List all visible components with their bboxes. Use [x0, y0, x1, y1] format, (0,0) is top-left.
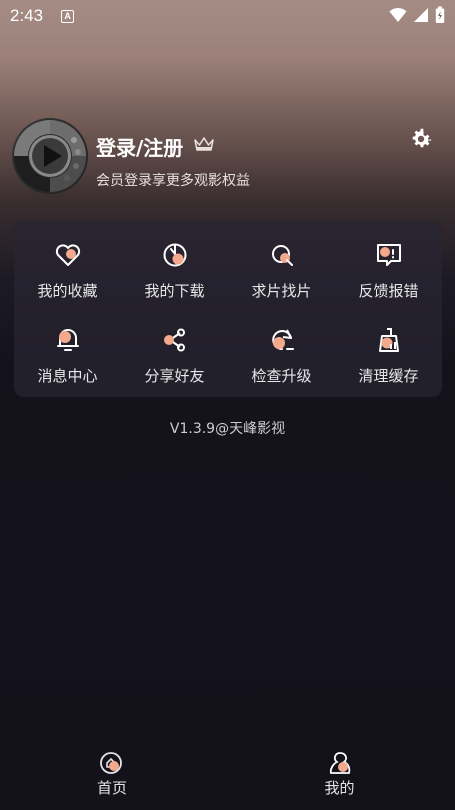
- wifi-icon: [389, 7, 407, 22]
- menu-item-messages[interactable]: 消息中心: [14, 313, 121, 398]
- nav-label: 我的: [324, 779, 355, 797]
- menu-item-request-film[interactable]: 求片找片: [228, 228, 335, 313]
- bell-icon: [56, 328, 79, 351]
- menu-label: 检查升级: [251, 366, 312, 385]
- nav-tab-home[interactable]: 首页: [0, 750, 228, 810]
- feedback-icon: [376, 244, 401, 266]
- battery-icon: [435, 6, 445, 23]
- bottom-nav: 首页 我的: [0, 750, 455, 810]
- menu-label: 反馈报错: [358, 282, 419, 300]
- status-bar: 2:43 A: [0, 0, 455, 32]
- signal-icon: [414, 8, 428, 22]
- home-icon: [100, 752, 122, 774]
- crown-icon: [194, 137, 214, 151]
- menu-item-downloads[interactable]: 我的下载: [121, 228, 228, 313]
- menu-label: 我的下载: [144, 282, 205, 300]
- menu-item-check-update[interactable]: 检查升级: [228, 313, 335, 398]
- avatar[interactable]: [12, 118, 88, 194]
- nav-label: 首页: [97, 779, 128, 797]
- menu-label: 求片找片: [251, 282, 312, 300]
- share-icon: [163, 328, 185, 351]
- menu-label: 清理缓存: [358, 366, 419, 385]
- heart-icon: [55, 244, 80, 266]
- profile-section: 登录/注册 会员登录享更多观影权益: [12, 118, 442, 198]
- profile-icon: [329, 752, 350, 774]
- menu-item-clear-cache[interactable]: 清理缓存: [335, 313, 442, 398]
- menu-item-favorites[interactable]: 我的收藏: [14, 228, 121, 313]
- download-icon: [163, 243, 186, 267]
- menu-card: 我的收藏 我的下载 求片找片 反馈报错 消息中心 分享好友 检查升级 清理缓存: [14, 220, 442, 397]
- notification-badge-icon: A: [61, 9, 75, 23]
- version-text: V1.3.9@天峰影视: [169, 421, 286, 437]
- search-film-icon: [271, 245, 293, 266]
- broom-icon: [378, 327, 399, 352]
- update-icon: [271, 329, 294, 350]
- menu-label: 分享好友: [144, 366, 205, 385]
- login-subtitle: 会员登录享更多观影权益: [96, 173, 250, 189]
- menu-item-share[interactable]: 分享好友: [121, 313, 228, 398]
- menu-label: 消息中心: [37, 366, 98, 385]
- menu-label: 我的收藏: [37, 282, 98, 300]
- login-register-link[interactable]: 登录/注册: [96, 132, 183, 161]
- nav-tab-profile[interactable]: 我的: [228, 750, 455, 810]
- gear-icon[interactable]: [408, 126, 434, 152]
- app-logo-icon: [13, 119, 87, 193]
- menu-item-feedback[interactable]: 反馈报错: [335, 228, 442, 313]
- status-icons: [389, 6, 445, 24]
- status-time: 2:43: [10, 6, 44, 25]
